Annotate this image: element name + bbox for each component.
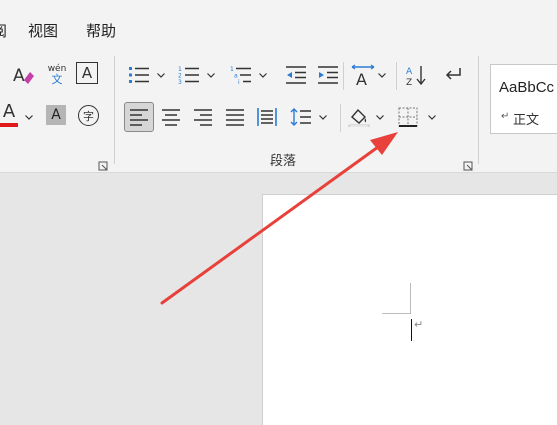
distributed-icon (257, 108, 277, 126)
paragraph-mark-icon (445, 68, 461, 80)
clear-formatting-icon: A (13, 66, 34, 86)
multilevel-list-icon: 1 a i (230, 66, 251, 85)
paragraph-mark-icon: ↵ (501, 111, 510, 122)
numbering-dropdown[interactable] (206, 62, 216, 88)
style-normal-tile[interactable]: AaBbCc ↵ 正文 (490, 64, 557, 134)
increase-indent-icon (318, 66, 338, 84)
menu-bar: 阅 视图 帮助 (0, 0, 557, 52)
margin-corner-mark-horizontal (382, 313, 411, 314)
line-spacing-dropdown[interactable] (318, 104, 328, 130)
menu-reference[interactable]: 阅 (0, 20, 7, 41)
chevron-down-icon (259, 72, 267, 78)
font-dialog-launcher[interactable] (98, 156, 108, 171)
chevron-down-icon (207, 72, 215, 78)
distributed-button[interactable] (254, 104, 280, 130)
borders-dropdown[interactable] (427, 104, 437, 130)
dialog-launcher-icon (463, 161, 473, 171)
align-right-button[interactable] (190, 104, 216, 130)
shading-dropdown[interactable] (375, 104, 385, 130)
align-center-button[interactable] (158, 104, 184, 130)
text-cursor (411, 319, 412, 341)
align-center-icon (162, 109, 180, 126)
menu-help[interactable]: 帮助 (86, 20, 116, 41)
font-color-glyph: A (2, 101, 16, 122)
ribbon: A wén 文 A A A 字 1 2 3 1 a i A A Z 段落 AaB… (0, 52, 557, 173)
line-spacing-button[interactable] (288, 104, 314, 130)
svg-text:A: A (406, 67, 413, 77)
document-page[interactable]: ↵ (262, 194, 557, 425)
justify-icon (226, 109, 244, 126)
paint-bucket-icon (348, 108, 370, 127)
font-color-button[interactable]: A (0, 102, 22, 128)
borders-button[interactable] (395, 104, 421, 130)
paragraph-dialog-launcher[interactable] (463, 156, 473, 171)
chinese-layout-dropdown[interactable] (377, 62, 387, 88)
paragraph-mark-icon: ↵ (414, 318, 424, 331)
svg-text:A: A (356, 70, 367, 86)
dialog-launcher-icon (98, 161, 108, 171)
svg-text:Z: Z (406, 78, 412, 86)
chevron-down-icon (428, 114, 436, 120)
svg-text:i: i (238, 79, 240, 85)
show-marks-button[interactable] (440, 62, 466, 88)
character-shading-button[interactable]: A (46, 105, 66, 125)
align-left-icon (130, 109, 148, 126)
sort-icon: A Z (406, 66, 426, 86)
chinese-layout-icon: A (351, 64, 375, 86)
phonetic-guide-button[interactable]: wén 文 (44, 62, 70, 88)
style-sample-text: AaBbCc (499, 79, 555, 96)
chevron-down-icon (25, 114, 33, 120)
multilevel-list-button[interactable]: 1 a i (228, 62, 254, 88)
paragraph-group-label: 段落 (270, 154, 297, 169)
chevron-down-icon (378, 72, 386, 78)
svg-text:3: 3 (178, 79, 182, 85)
align-right-icon (194, 109, 212, 126)
align-left-button[interactable] (124, 102, 154, 132)
chevron-down-icon (376, 114, 384, 120)
borders-icon (398, 107, 418, 127)
svg-text:A: A (13, 66, 25, 86)
decrease-indent-icon (286, 66, 306, 84)
font-color-swatch (0, 123, 18, 127)
increase-indent-button[interactable] (315, 62, 341, 88)
chevron-down-icon (157, 72, 165, 78)
numbering-icon: 1 2 3 (178, 66, 199, 85)
multilevel-list-dropdown[interactable] (258, 62, 268, 88)
chinese-layout-button[interactable]: A (350, 62, 376, 88)
numbering-button[interactable]: 1 2 3 (176, 62, 202, 88)
bullets-icon (129, 67, 149, 83)
inner-separator (396, 62, 397, 90)
inner-separator (340, 104, 341, 132)
bullets-dropdown[interactable] (156, 62, 166, 88)
inner-separator (343, 62, 344, 90)
phonetic-guide-bottom: 文 (51, 73, 63, 86)
character-border-button[interactable]: A (76, 62, 98, 84)
bullets-button[interactable] (126, 62, 152, 88)
menu-view[interactable]: 视图 (28, 20, 58, 41)
style-name: 正文 (513, 113, 540, 128)
justify-button[interactable] (222, 104, 248, 130)
shading-button[interactable] (346, 104, 372, 130)
line-spacing-icon (290, 108, 311, 126)
margin-corner-mark-vertical (410, 283, 411, 313)
group-separator (114, 56, 115, 164)
enclose-characters-button[interactable]: 字 (78, 105, 99, 126)
clear-formatting-button[interactable]: A (10, 62, 36, 88)
font-color-dropdown[interactable] (24, 104, 34, 130)
decrease-indent-button[interactable] (283, 62, 309, 88)
sort-button[interactable]: A Z (404, 62, 430, 88)
chevron-down-icon (319, 114, 327, 120)
group-separator (478, 56, 479, 164)
